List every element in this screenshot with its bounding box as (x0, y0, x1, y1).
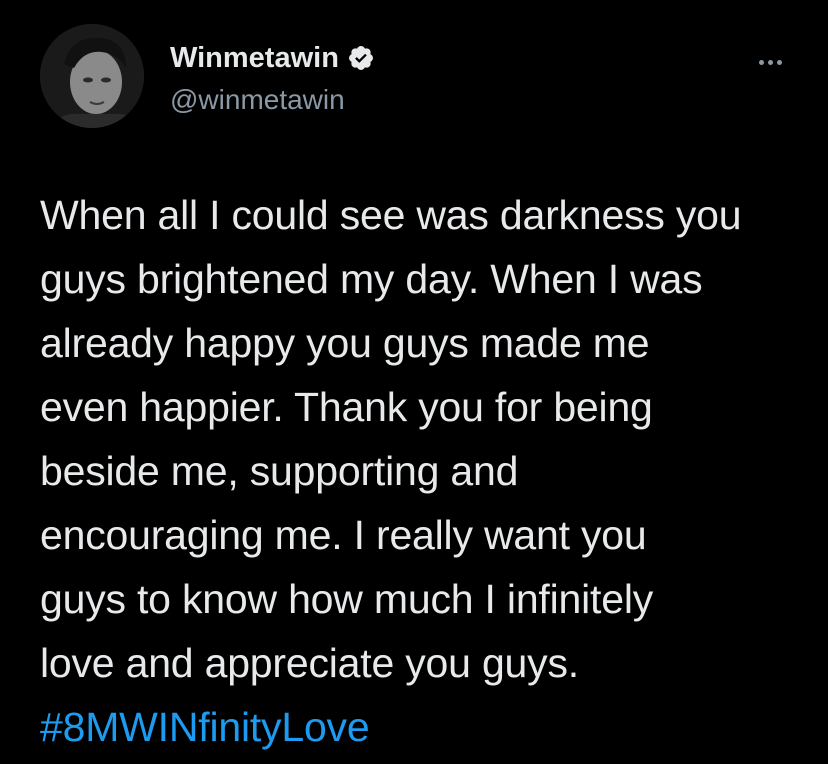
tweet-text-line: encouraging me. I really want you (40, 512, 647, 558)
tweet-text-line: already happy you guys made me (40, 320, 650, 366)
more-options-button[interactable] (750, 52, 790, 72)
profile-photo-icon (40, 24, 144, 128)
tweet-text-line: beside me, supporting and (40, 448, 519, 494)
tweet-text-line: guys brightened my day. When I was (40, 256, 703, 302)
tweet-text-line: When all I could see was darkness you (40, 192, 742, 238)
avatar[interactable] (40, 24, 144, 128)
tweet-text: When all I could see was darkness you gu… (40, 183, 810, 759)
tweet-text-line: guys to know how much I infinitely (40, 576, 654, 622)
ellipsis-icon (776, 59, 782, 65)
author-name-row: Winmetawin (170, 40, 375, 76)
display-name[interactable]: Winmetawin (170, 40, 339, 76)
tweet-card: Winmetawin @winmetawin When all I could … (0, 0, 828, 764)
verified-badge-icon (347, 44, 375, 72)
user-handle[interactable]: @winmetawin (170, 82, 345, 118)
tweet-text-line: love and appreciate you guys. (40, 640, 579, 686)
hashtag-link[interactable]: #8MWINfinityLove (40, 695, 810, 759)
ellipsis-icon (758, 59, 764, 65)
ellipsis-icon (767, 59, 773, 65)
tweet-text-line: even happier. Thank you for being (40, 384, 653, 430)
